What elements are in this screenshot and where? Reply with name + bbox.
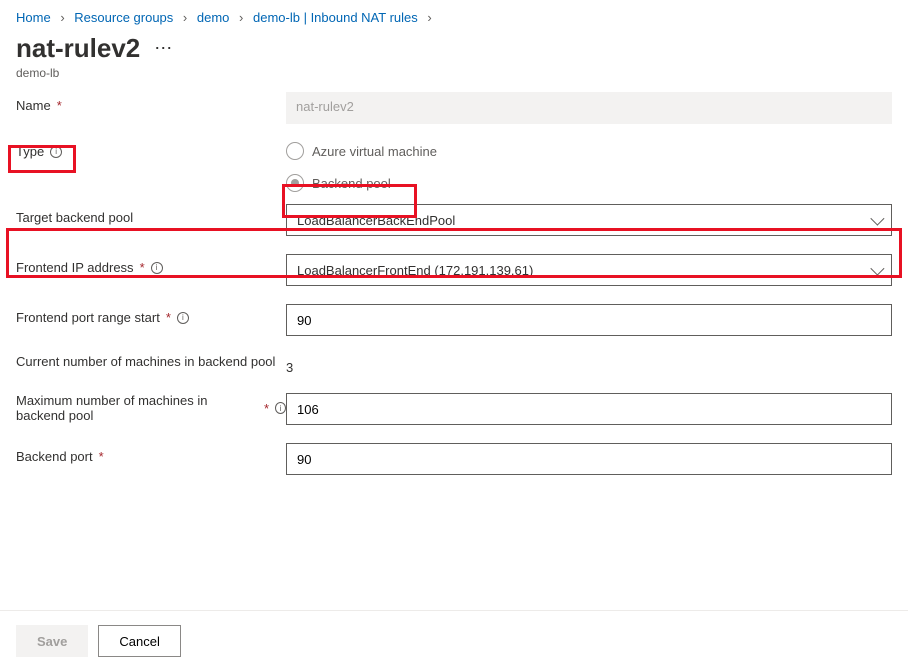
info-icon[interactable]: i	[177, 312, 189, 324]
target-backend-label: Target backend pool	[16, 204, 286, 225]
max-machines-label: Maximum number of machines in backend po…	[16, 393, 286, 423]
name-label: Name*	[16, 92, 286, 113]
breadcrumb-home[interactable]: Home	[16, 10, 51, 25]
type-label: Type i	[16, 142, 286, 159]
target-backend-value: LoadBalancerBackEndPool	[297, 213, 455, 228]
max-machines-input[interactable]	[286, 393, 892, 425]
breadcrumb-resource-groups[interactable]: Resource groups	[74, 10, 173, 25]
port-start-label: Frontend port range start* i	[16, 304, 286, 325]
breadcrumb: Home › Resource groups › demo › demo-lb …	[0, 0, 908, 29]
radio-backend-pool-label: Backend pool	[312, 176, 391, 191]
radio-backend-pool[interactable]	[286, 174, 304, 192]
more-icon[interactable]: ⋯	[154, 38, 173, 59]
breadcrumb-demo[interactable]: demo	[197, 10, 230, 25]
save-button[interactable]: Save	[16, 625, 88, 657]
radio-azure-vm-label: Azure virtual machine	[312, 144, 437, 159]
footer: Save Cancel	[0, 610, 908, 671]
current-machines-value: 3	[286, 354, 892, 375]
page-subtitle: demo-lb	[0, 66, 908, 92]
chevron-right-icon: ›	[54, 10, 70, 25]
current-machines-label: Current number of machines in backend po…	[16, 354, 286, 369]
frontend-ip-label: Frontend IP address* i	[16, 254, 286, 275]
info-icon[interactable]: i	[50, 146, 62, 158]
port-start-input[interactable]	[286, 304, 892, 336]
backend-port-input[interactable]	[286, 443, 892, 475]
frontend-ip-value: LoadBalancerFrontEnd (172.191.139.61)	[297, 263, 533, 278]
chevron-down-icon	[870, 262, 884, 276]
breadcrumb-nat-rules[interactable]: demo-lb | Inbound NAT rules	[253, 10, 418, 25]
info-icon[interactable]: i	[275, 402, 286, 414]
page-title: nat-rulev2	[16, 33, 140, 64]
frontend-ip-select[interactable]: LoadBalancerFrontEnd (172.191.139.61)	[286, 254, 892, 286]
chevron-right-icon: ›	[177, 10, 193, 25]
info-icon[interactable]: i	[151, 262, 163, 274]
backend-port-label: Backend port*	[16, 443, 286, 464]
chevron-down-icon	[870, 212, 884, 226]
target-backend-select[interactable]: LoadBalancerBackEndPool	[286, 204, 892, 236]
radio-azure-vm[interactable]	[286, 142, 304, 160]
chevron-right-icon: ›	[233, 10, 249, 25]
name-field: nat-rulev2	[286, 92, 892, 124]
cancel-button[interactable]: Cancel	[98, 625, 180, 657]
chevron-right-icon: ›	[421, 10, 437, 25]
